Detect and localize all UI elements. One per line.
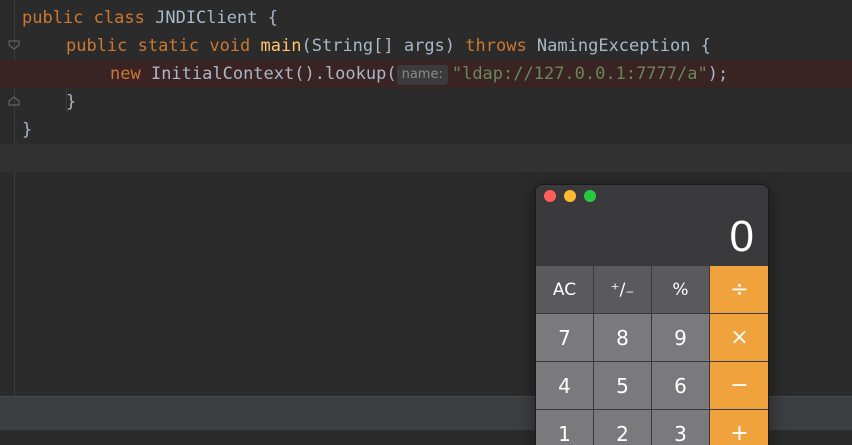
keyword-static: static — [137, 36, 200, 56]
key-subtract[interactable]: − — [710, 362, 768, 409]
key-1[interactable]: 1 — [536, 410, 593, 445]
keyword-class: class — [93, 8, 145, 28]
key-multiply[interactable]: × — [710, 314, 768, 361]
key-add[interactable]: + — [710, 410, 768, 445]
calculator-titlebar[interactable] — [536, 185, 768, 207]
method-args: (String[] args) — [301, 36, 466, 56]
zoom-button[interactable] — [584, 190, 596, 202]
key-6[interactable]: 6 — [652, 362, 709, 409]
caret-line[interactable] — [0, 144, 852, 172]
key-8[interactable]: 8 — [594, 314, 651, 361]
calculator-window[interactable]: 0 AC ⁺∕₋ % ÷ 7 8 9 × 4 5 6 − 1 2 3 + — [536, 185, 768, 445]
string-literal: "ldap://127.0.0.1:7777/a" — [451, 64, 708, 84]
key-divide[interactable]: ÷ — [710, 266, 768, 313]
close-button[interactable] — [544, 190, 556, 202]
code-line-4[interactable]: } — [0, 88, 852, 116]
keyword-public: public — [66, 36, 128, 56]
closing-brace: } — [66, 92, 77, 112]
lookup-call: InitialContext().lookup( — [140, 64, 397, 84]
minimize-button[interactable] — [564, 190, 576, 202]
class-name: JNDIClient — [155, 8, 258, 28]
key-3[interactable]: 3 — [652, 410, 709, 445]
closing-brace: } — [22, 120, 33, 140]
code-line-5[interactable]: } — [0, 116, 852, 144]
key-2[interactable]: 2 — [594, 410, 651, 445]
key-5[interactable]: 5 — [594, 362, 651, 409]
exception-type: NamingException { — [526, 36, 711, 56]
brace: { — [257, 8, 278, 28]
calculator-display: 0 — [729, 212, 754, 261]
keyword-throws: throws — [465, 36, 527, 56]
keyword-void: void — [209, 36, 251, 56]
key-plus-minus[interactable]: ⁺∕₋ — [594, 266, 651, 313]
call-end: ); — [707, 64, 729, 84]
key-9[interactable]: 9 — [652, 314, 709, 361]
key-7[interactable]: 7 — [536, 314, 593, 361]
keyword-new: new — [110, 64, 141, 84]
key-clear[interactable]: AC — [536, 266, 593, 313]
code-line-3[interactable]: new InitialContext().lookup(name: "ldap:/… — [0, 60, 852, 88]
method-name: main — [260, 36, 302, 56]
fold-icon[interactable] — [8, 40, 20, 50]
key-4[interactable]: 4 — [536, 362, 593, 409]
code-line-1[interactable]: public class JNDIClient { — [0, 4, 852, 32]
code-line-2[interactable]: public static void main(String[] args) t… — [0, 32, 852, 60]
parameter-hint: name: — [396, 65, 448, 85]
fold-icon[interactable] — [8, 96, 20, 106]
keyword-public: public — [22, 8, 84, 28]
key-percent[interactable]: % — [652, 266, 709, 313]
